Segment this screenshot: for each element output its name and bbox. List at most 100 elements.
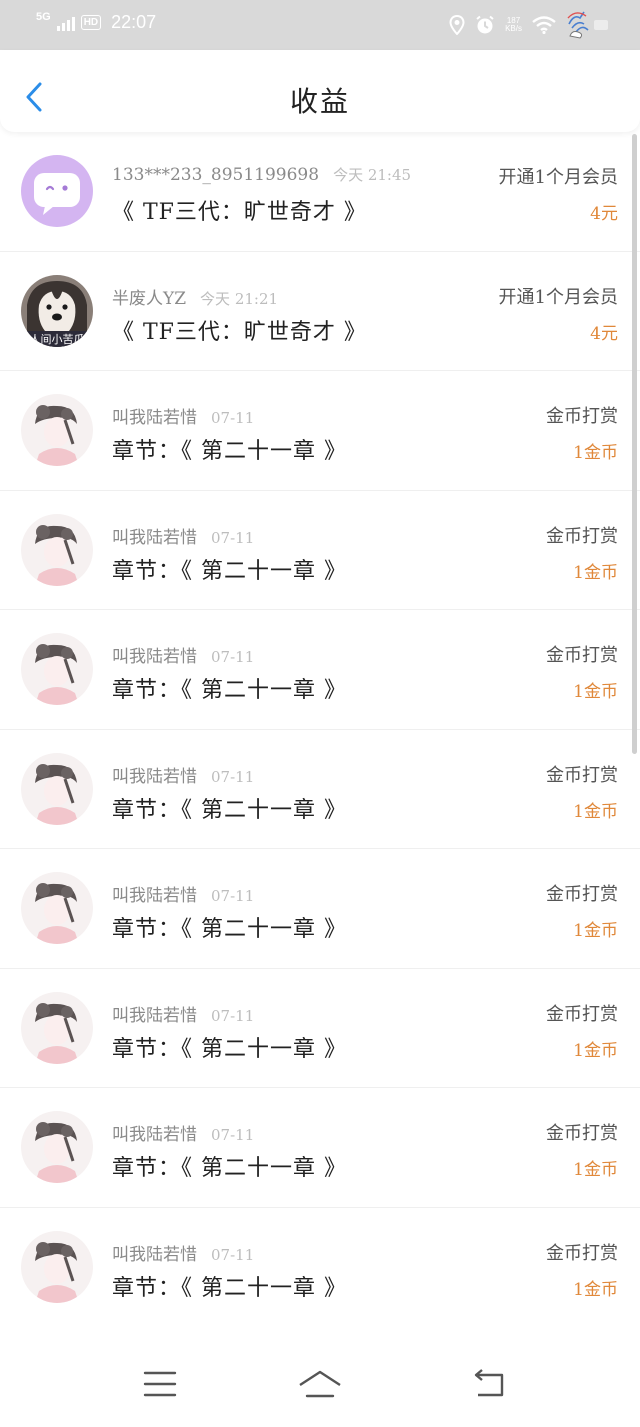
back-nav-button[interactable] (466, 1367, 510, 1401)
record-type: 金币打赏 (546, 406, 618, 427)
speed-unit: KB/s (505, 24, 522, 33)
avatar-caption: 人间小苦瓜 (30, 333, 85, 346)
girl-avatar-icon (21, 752, 93, 825)
list-item[interactable]: 叫我陆若惜 07-11 章节：《 第二十一章 》 金币打赏 1金币 (0, 491, 640, 610)
home-icon (299, 1370, 341, 1398)
avatar[interactable] (21, 1230, 93, 1303)
record-amount: 1金币 (573, 443, 618, 463)
user-name: 叫我陆若惜 (112, 647, 197, 667)
record-title: 章节：《 第二十一章 》 (112, 797, 347, 823)
list-item[interactable]: 133***233_8951199698 今天 21:45 《 TF三代：旷世奇才… (0, 132, 640, 252)
record-amount: 1金币 (573, 801, 618, 822)
record-time: 07-11 (211, 528, 255, 547)
clock: 22:07 (111, 12, 157, 32)
user-line: 叫我陆若惜 07-11 (112, 1001, 254, 1026)
home-button[interactable] (298, 1367, 342, 1401)
record-amount: 1金币 (573, 562, 618, 583)
app-header: 收益 (0, 50, 640, 132)
user-line: 叫我陆若惜 07-11 (112, 403, 254, 428)
record-amount: 1金币 (573, 1040, 618, 1061)
list-item[interactable]: 人间小苦瓜 半废人YZ 今天 21:21 《 TF三代：旷世奇才 》 开通1个月会… (0, 252, 640, 371)
user-name: 叫我陆若惜 (112, 527, 197, 548)
record-time: 07-11 (211, 767, 255, 786)
avatar[interactable] (21, 752, 93, 825)
avatar[interactable] (21, 991, 93, 1064)
record-time: 07-11 (211, 1245, 255, 1264)
list-item[interactable]: 叫我陆若惜 07-11 章节：《 第二十一章 》 金币打赏 1金币 (0, 1208, 640, 1328)
avatar[interactable] (21, 633, 93, 705)
user-line: 叫我陆若惜 07-11 (112, 881, 254, 906)
user-line: 叫我陆若惜 07-11 (112, 523, 254, 548)
list-item[interactable]: 叫我陆若惜 07-11 章节：《 第二十一章 》 金币打赏 1金币 (0, 969, 640, 1088)
user-line: 叫我陆若惜 07-11 (112, 1120, 254, 1145)
back-icon (474, 1369, 504, 1397)
user-name: 叫我陆若惜 (112, 1244, 197, 1265)
list-item[interactable]: 叫我陆若惜 07-11 章节：《 第二十一章 》 金币打赏 1金币 (0, 610, 640, 730)
user-line: 叫我陆若惜 07-11 (112, 1240, 254, 1265)
record-type: 开通1个月会员 (498, 167, 618, 188)
girl-avatar-icon (21, 633, 93, 705)
avatar[interactable] (21, 1111, 93, 1183)
user-name: 叫我陆若惜 (112, 886, 197, 906)
record-amount: 1金币 (573, 1279, 618, 1300)
user-line: 半废人YZ 今天 21:21 (112, 284, 278, 309)
user-name: 叫我陆若惜 (112, 408, 197, 428)
avatar[interactable] (21, 872, 93, 944)
record-type: 金币打赏 (546, 645, 618, 666)
record-title: 章节：《 第二十一章 》 (112, 1275, 347, 1301)
record-amount: 1金币 (573, 1160, 618, 1180)
hd-badge: HD (80, 15, 102, 30)
list-item[interactable]: 叫我陆若惜 07-11 章节：《 第二十一章 》 金币打赏 1金币 (0, 730, 640, 849)
user-line: 133***233_8951199698 今天 21:45 (112, 164, 411, 185)
status-right: 187 KB/s (449, 10, 610, 40)
status-bar: 5G HD 22:07 187 KB/s (0, 0, 640, 50)
network-speed: 187 KB/s (505, 17, 522, 33)
record-time: 07-11 (211, 648, 255, 666)
record-time: 今天 21:21 (200, 289, 279, 308)
earnings-list: 133***233_8951199698 今天 21:45 《 TF三代：旷世奇才… (0, 132, 640, 1327)
network-type: 5G (36, 10, 51, 23)
user-line: 叫我陆若惜 07-11 (112, 642, 254, 667)
list-item[interactable]: 叫我陆若惜 07-11 章节：《 第二十一章 》 金币打赏 1金币 (0, 1088, 640, 1208)
menu-icon (143, 1371, 177, 1397)
record-amount: 1金币 (573, 921, 618, 941)
avatar[interactable] (21, 513, 93, 586)
user-name: 叫我陆若惜 (112, 766, 197, 787)
record-type: 金币打赏 (546, 525, 618, 547)
chat-bubble-avatar-icon (21, 155, 93, 227)
record-title: 章节：《 第二十一章 》 (112, 917, 347, 942)
user-line: 叫我陆若惜 07-11 (112, 762, 254, 787)
record-amount: 4元 (590, 204, 618, 224)
girl-avatar-icon (21, 872, 93, 944)
scrollbar[interactable] (632, 134, 637, 754)
list-item[interactable]: 叫我陆若惜 07-11 章节：《 第二十一章 》 金币打赏 1金币 (0, 371, 640, 491)
record-time: 今天 21:45 (333, 166, 412, 184)
wifi-icon (532, 16, 556, 34)
girl-avatar-icon (21, 513, 93, 586)
avatar[interactable]: 人间小苦瓜 (21, 274, 93, 347)
signal-icon (56, 15, 75, 31)
record-title: 《 TF三代：旷世奇才 》 (112, 200, 367, 225)
record-type: 金币打赏 (546, 884, 618, 905)
avatar[interactable] (21, 155, 93, 227)
dog-avatar-icon: 人间小苦瓜 (21, 274, 93, 347)
record-amount: 1金币 (573, 682, 618, 702)
girl-avatar-icon (21, 1230, 93, 1303)
system-nav-bar (0, 1337, 640, 1427)
record-type: 金币打赏 (546, 1242, 618, 1264)
user-name: 叫我陆若惜 (112, 1125, 197, 1145)
menu-button[interactable] (138, 1367, 182, 1401)
record-type: 金币打赏 (546, 764, 618, 786)
record-amount: 4元 (590, 323, 618, 344)
girl-avatar-icon (21, 991, 93, 1064)
record-title: 章节：《 第二十一章 》 (112, 678, 347, 703)
record-title: 章节：《 第二十一章 》 (112, 1036, 347, 1062)
list-item[interactable]: 叫我陆若惜 07-11 章节：《 第二十一章 》 金币打赏 1金币 (0, 849, 640, 969)
location-icon (449, 15, 465, 35)
record-type: 金币打赏 (546, 1123, 618, 1144)
record-time: 07-11 (211, 887, 255, 905)
record-title: 章节：《 第二十一章 》 (112, 1156, 347, 1181)
user-name: 133***233_8951199698 (112, 165, 320, 185)
record-time: 07-11 (211, 1126, 255, 1144)
avatar[interactable] (21, 394, 93, 466)
